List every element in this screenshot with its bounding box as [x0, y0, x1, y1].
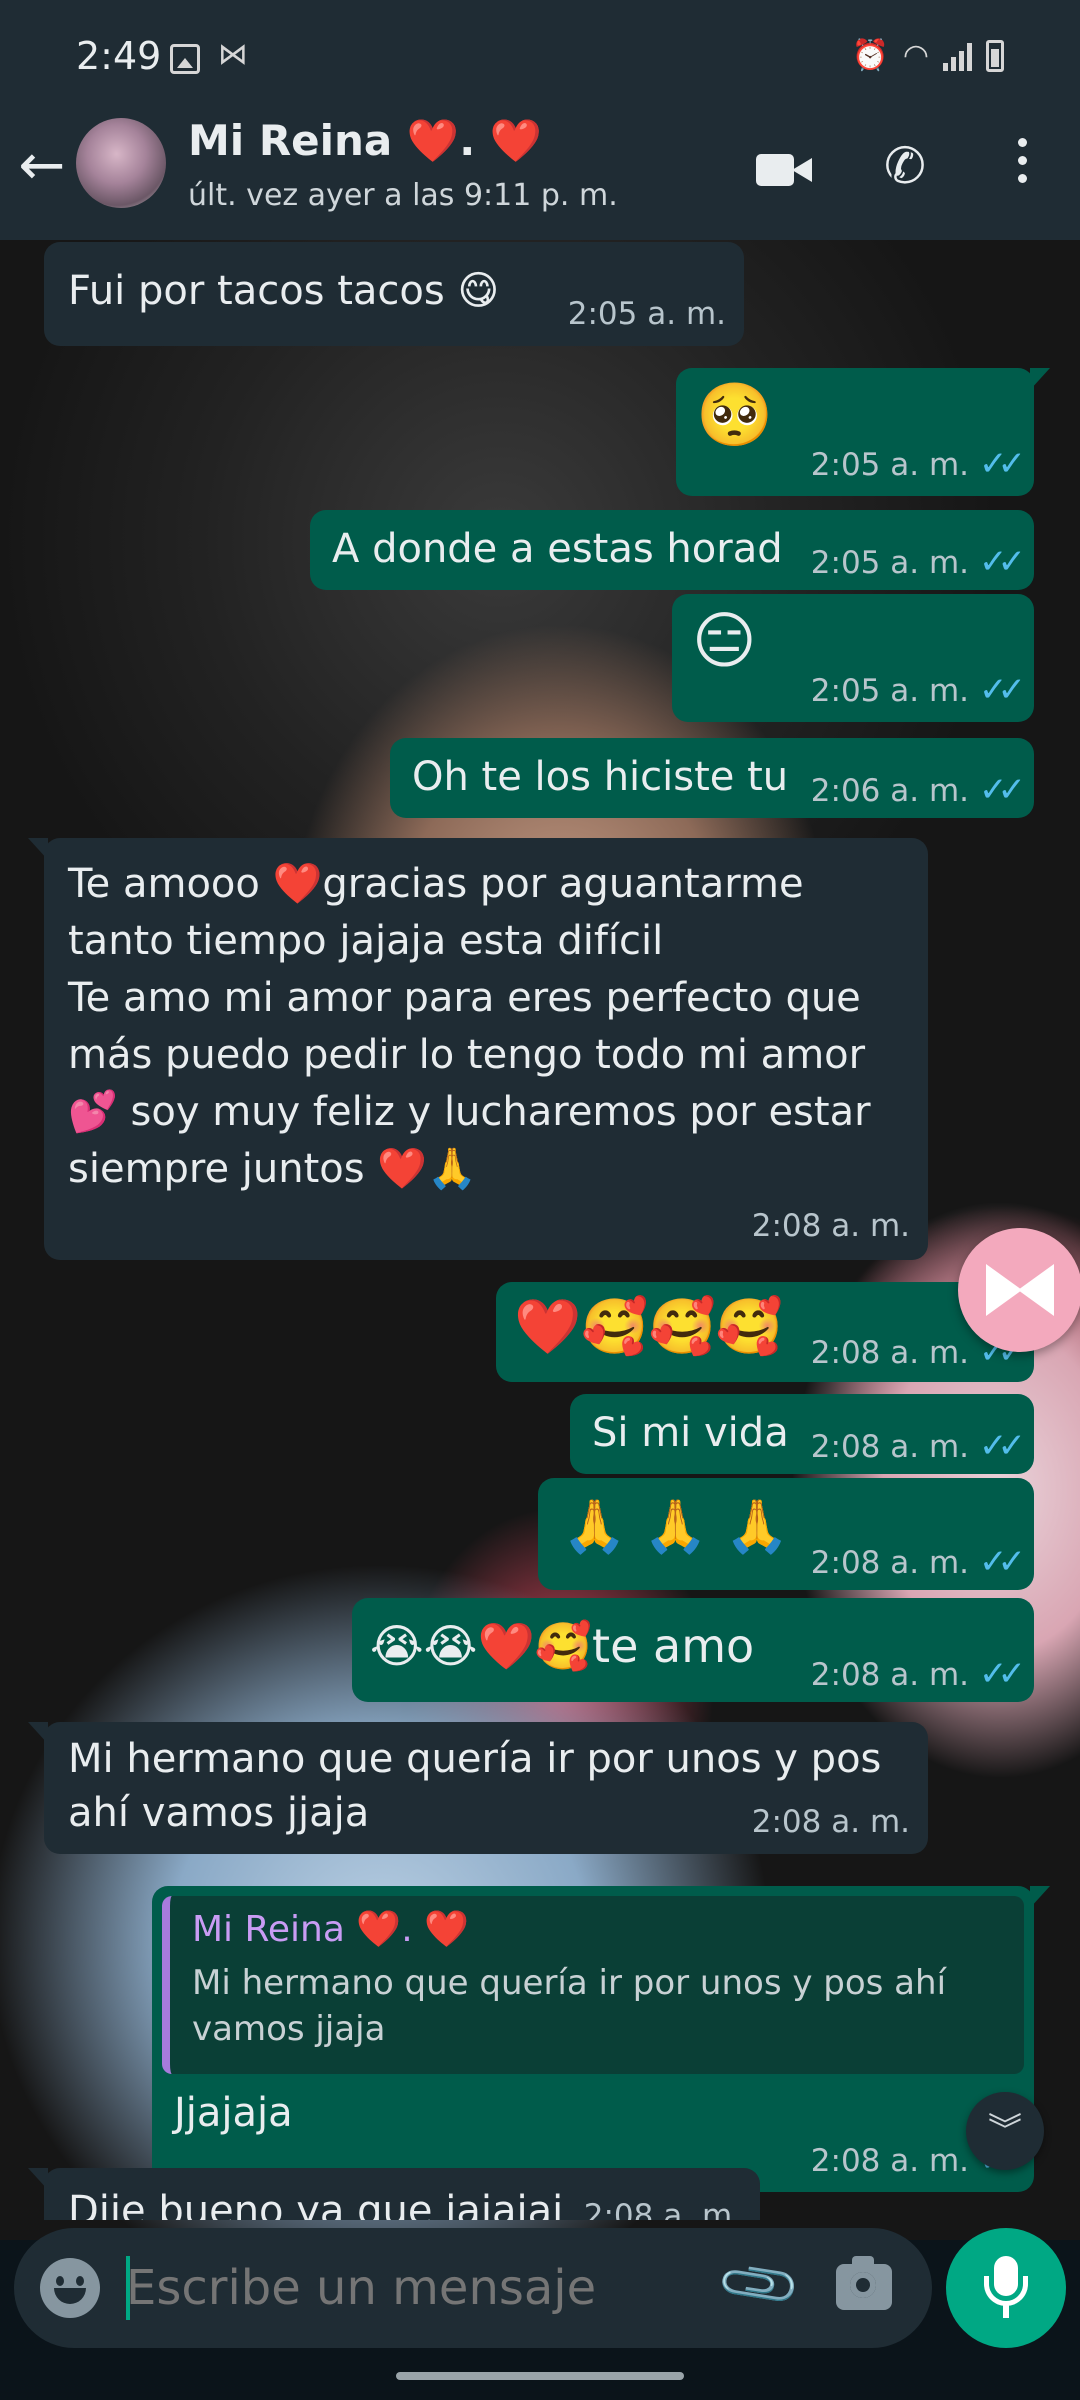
- app-notification-icon: ⋈: [218, 37, 248, 72]
- message-time: 2:05 a. m. ✓✓: [810, 444, 1026, 484]
- message-input[interactable]: [126, 2252, 726, 2324]
- more-options-icon[interactable]: [1010, 138, 1034, 194]
- message-composer: 📎: [14, 2228, 932, 2348]
- message-incoming[interactable]: Dije bueno ya que jajajaj 2:08 a. m.: [28, 2168, 760, 2220]
- message-outgoing[interactable]: 🥺 2:05 a. m. ✓✓: [676, 368, 1050, 496]
- attach-icon[interactable]: 📎: [713, 2239, 805, 2331]
- voice-record-button[interactable]: [946, 2228, 1066, 2348]
- alarm-icon: ⏰: [851, 38, 889, 73]
- message-text: Si mi vida: [592, 1410, 789, 1456]
- read-ticks-icon: ✓✓: [979, 770, 1026, 810]
- message-time: 2:08 a. m.: [751, 1208, 910, 1244]
- message-outgoing[interactable]: 🙏 🙏 🙏 2:08 a. m. ✓✓: [538, 1478, 1034, 1590]
- quoted-author: Mi Reina ❤️. ❤️: [192, 1909, 469, 1950]
- battery-icon: [986, 39, 1004, 72]
- message-text: 😭😭❤️🥰te amo: [370, 1619, 755, 1673]
- message-time: 2:08 a. m.: [583, 2198, 742, 2220]
- double-chevron-down-icon: ︾: [988, 2111, 1022, 2151]
- message-outgoing[interactable]: Oh te los hiciste tu 2:06 a. m. ✓✓: [390, 738, 1034, 818]
- message-text: Jjajaja: [174, 2090, 293, 2136]
- emoji-icon[interactable]: [40, 2258, 100, 2318]
- message-text: Oh te los hiciste tu: [412, 754, 789, 800]
- wifi-icon: ◠: [902, 38, 929, 73]
- message-time: 2:05 a. m. ✓✓: [810, 670, 1026, 710]
- message-time: 2:08 a. m.✓✓: [810, 1542, 1026, 1582]
- video-call-icon[interactable]: [756, 146, 814, 202]
- message-outgoing[interactable]: Si mi vida 2:08 a. m. ✓✓: [570, 1394, 1034, 1474]
- floating-app-bubble-icon[interactable]: [958, 1228, 1080, 1352]
- message-incoming[interactable]: Te amooo ❤️gracias por aguantarme tanto …: [28, 838, 928, 1260]
- message-text: Te amooo ❤️gracias por aguantarme tanto …: [68, 861, 871, 1192]
- scroll-to-bottom-button[interactable]: ︾: [966, 2092, 1044, 2170]
- system-nav-bar: [0, 2348, 1080, 2400]
- voice-call-icon[interactable]: ✆: [884, 138, 940, 194]
- message-outgoing[interactable]: ❤️🥰🥰🥰 2:08 a. m. ✓✓: [496, 1282, 1050, 1382]
- text-cursor: [126, 2256, 130, 2320]
- message-text: A donde a estas horad: [332, 526, 783, 572]
- message-incoming[interactable]: Fui por tacos tacos 😋 2:05 a. m.: [44, 242, 744, 346]
- message-incoming[interactable]: Mi hermano que quería ir por unos y pos …: [28, 1722, 928, 1854]
- quoted-message[interactable]: Mi Reina ❤️. ❤️ Mi hermano que quería ir…: [162, 1896, 1024, 2074]
- message-time: 2:06 a. m. ✓✓: [810, 770, 1026, 810]
- signal-icon: [943, 41, 972, 71]
- message-outgoing[interactable]: 😑 2:05 a. m. ✓✓: [672, 594, 1034, 722]
- contact-last-seen[interactable]: últ. vez ayer a las 9:11 p. m.: [188, 178, 618, 213]
- message-outgoing-reply[interactable]: Mi Reina ❤️. ❤️ Mi hermano que quería ir…: [152, 1886, 1050, 2192]
- message-text: ❤️🥰🥰🥰: [514, 1295, 783, 1358]
- message-text: Dije bueno ya que jajajaj: [68, 2188, 564, 2220]
- contact-name[interactable]: Mi Reina ❤️. ❤️: [188, 116, 542, 166]
- message-text: 🙏 🙏 🙏: [562, 1497, 790, 1557]
- read-ticks-icon: ✓✓: [979, 542, 1026, 582]
- message-time: 2:05 a. m.: [567, 296, 726, 332]
- gallery-notification-icon: [170, 44, 200, 74]
- read-ticks-icon: ✓✓: [979, 670, 1026, 710]
- camera-icon[interactable]: [836, 2256, 892, 2310]
- read-ticks-icon: ✓✓: [979, 1654, 1026, 1694]
- contact-avatar[interactable]: [76, 118, 166, 208]
- message-time: 2:05 a. m. ✓✓: [810, 542, 1026, 582]
- message-outgoing[interactable]: A donde a estas horad 2:05 a. m. ✓✓: [310, 510, 1034, 590]
- read-ticks-icon: ✓✓: [979, 1542, 1026, 1582]
- system-icons: ⏰ ◠: [851, 38, 1004, 73]
- home-gesture-bar[interactable]: [396, 2372, 684, 2380]
- message-time: 2:08 a. m.✓✓: [810, 1654, 1026, 1694]
- message-text: 😑: [692, 604, 757, 677]
- message-outgoing[interactable]: 😭😭❤️🥰te amo 2:08 a. m. ✓✓: [352, 1598, 1034, 1702]
- message-time: 2:08 a. m.✓✓: [810, 1426, 1026, 1466]
- message-text: 🥺: [696, 378, 774, 451]
- read-ticks-icon: ✓✓: [979, 1426, 1026, 1466]
- back-arrow-icon[interactable]: ←: [14, 134, 70, 198]
- message-list[interactable]: Fui por tacos tacos 😋 2:05 a. m. 🥺 2:05 …: [0, 240, 1080, 2220]
- quoted-text: Mi hermano que quería ir por unos y pos …: [192, 1963, 947, 2049]
- message-text: Fui por tacos tacos 😋: [68, 268, 500, 314]
- read-ticks-icon: ✓✓: [979, 444, 1026, 484]
- chat-header: ← Mi Reina ❤️. ❤️ últ. vez ayer a las 9:…: [0, 94, 1080, 240]
- status-time: 2:49: [76, 34, 162, 78]
- message-time: 2:08 a. m.: [751, 1804, 910, 1840]
- status-bar: 2:49 ⋈ ⏰ ◠: [0, 0, 1080, 94]
